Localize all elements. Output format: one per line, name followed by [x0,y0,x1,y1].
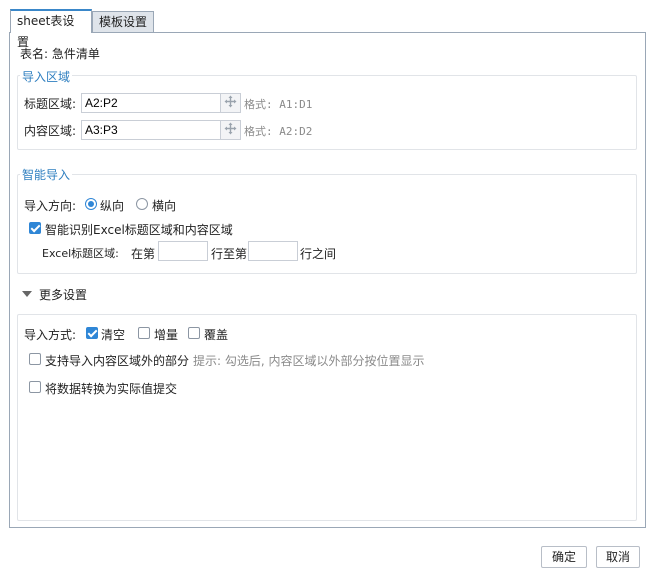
title-area-format-hint: 格式: A1:D1 [244,98,313,111]
tab-sheet-settings[interactable]: sheet表设置 [10,9,92,49]
outside-area-checkbox[interactable] [29,353,41,365]
row-to-label: 行至第 [211,247,248,261]
cancel-button[interactable]: 取消 [596,546,640,568]
table-name: 表名: 急件清单 [20,47,100,61]
triangle-down-icon [22,291,32,297]
mode-overwrite-label[interactable]: 覆盖 [204,326,228,343]
direction-vertical-label[interactable]: 纵向 [100,197,124,214]
import-area-title: 导入区域 [20,68,73,85]
excel-title-area-label: Excel标题区域: [42,247,119,260]
import-direction-label: 导入方向: [24,199,77,213]
tab-template-settings[interactable]: 模板设置 [92,11,154,33]
convert-label[interactable]: 将数据转换为实际值提交 [45,380,177,397]
row-from-input[interactable] [158,241,208,261]
content-area-picker-button[interactable] [221,120,241,140]
outside-area-hint: 提示: 勾选后, 内容区域以外部分按位置显示 [193,354,425,368]
more-settings-title: 更多设置 [39,288,88,302]
move-icon [224,95,237,111]
mode-incremental-label[interactable]: 增量 [154,326,178,343]
import-mode-label: 导入方式: [24,328,77,342]
convert-checkbox[interactable] [29,381,41,393]
move-icon [224,122,237,138]
content-area-format-hint: 格式: A2:D2 [244,125,313,138]
title-area-label: 标题区域: [24,97,77,111]
auto-detect-checkbox[interactable] [29,222,41,234]
more-settings-group [17,314,637,521]
content-area-label: 内容区域: [24,124,77,138]
title-area-input[interactable] [81,93,221,113]
row-to-input[interactable] [248,241,298,261]
direction-horizontal-radio[interactable] [136,198,148,210]
auto-detect-label[interactable]: 智能识别Excel标题区域和内容区域 [45,221,233,238]
outside-area-label[interactable]: 支持导入内容区域外的部分 [45,352,189,369]
row-end-label: 行之间 [300,247,337,261]
smart-import-title: 智能导入 [20,166,73,183]
title-area-picker-button[interactable] [221,93,241,113]
direction-vertical-radio[interactable] [85,198,97,210]
mode-overwrite-checkbox[interactable] [188,327,200,339]
mode-incremental-checkbox[interactable] [138,327,150,339]
row-from-label: 在第 [131,247,156,261]
ok-button[interactable]: 确定 [541,546,587,568]
content-area-input[interactable] [81,120,221,140]
mode-clear-label[interactable]: 清空 [101,326,125,343]
direction-horizontal-label[interactable]: 横向 [152,197,176,214]
mode-clear-checkbox[interactable] [86,327,98,339]
more-settings-toggle[interactable]: 更多设置 [22,286,92,302]
tab-label: 模板设置 [99,15,148,29]
